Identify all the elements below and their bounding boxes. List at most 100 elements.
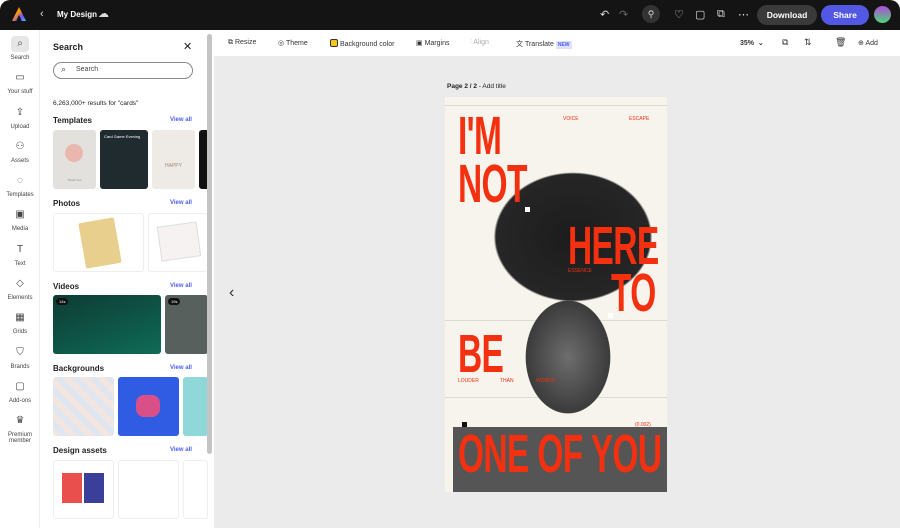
- background-thumb[interactable]: [118, 377, 179, 436]
- section-backgrounds: Backgrounds: [53, 364, 105, 373]
- template-thumb[interactable]: Thank You: [53, 130, 96, 189]
- rail-item-media[interactable]: ▣ Media: [0, 207, 40, 232]
- search-placeholder: Search: [76, 66, 99, 73]
- template-thumb[interactable]: Card Game Evening: [100, 130, 148, 189]
- rail-item-label: Templates: [6, 192, 34, 198]
- lightbulb-icon[interactable]: ♡: [674, 8, 684, 21]
- templates-icon: ◌: [17, 175, 23, 186]
- panel-title: Search: [53, 42, 84, 52]
- asset-thumb[interactable]: [53, 460, 114, 519]
- zoom-select[interactable]: 35% ⌄: [740, 39, 764, 47]
- design-page[interactable]: I'M NOT HERE TO BE ONE OF YOU VOICE ESCA…: [445, 97, 667, 492]
- back-icon[interactable]: ‹: [40, 8, 44, 20]
- comment-icon[interactable]: ▢: [695, 8, 705, 21]
- search-icon: ⌕: [61, 64, 67, 74]
- rail-item-label: Text: [14, 261, 26, 267]
- view-all-templates[interactable]: View all: [170, 117, 192, 123]
- white-square: [525, 207, 530, 212]
- add-button[interactable]: ⊕ Add: [858, 39, 878, 47]
- close-icon[interactable]: ✕: [183, 40, 192, 53]
- rail-item-label: Your stuff: [7, 89, 33, 95]
- elements-icon: ◇: [16, 278, 24, 289]
- label-escape: ESCAPE: [629, 116, 650, 122]
- rail-item-assets[interactable]: ⚇ Assets: [0, 139, 40, 164]
- rail-item-brands[interactable]: ⛉ Brands: [0, 345, 40, 370]
- theme-button[interactable]: ◎ Theme: [278, 39, 308, 47]
- translate-button[interactable]: 文 Translate NEW: [516, 39, 572, 49]
- headline-be: BE: [458, 324, 504, 384]
- headline-one-of-you: ONE OF YOU: [458, 424, 662, 484]
- avatar[interactable]: [874, 6, 891, 23]
- results-count: 6,263,000+ results for "cards": [53, 100, 139, 107]
- rail-item-templates[interactable]: ◌ Templates: [0, 173, 40, 198]
- label-louder: LOUDER: [458, 378, 479, 384]
- invite-icon[interactable]: ⚲: [642, 5, 660, 23]
- document-title[interactable]: My Design: [57, 10, 97, 19]
- rail-item-label: Assets: [10, 158, 29, 164]
- previous-page-icon[interactable]: ‹: [229, 284, 234, 302]
- background-color-button[interactable]: Background color: [330, 39, 394, 48]
- photo-thumb[interactable]: [53, 213, 144, 272]
- view-all-videos[interactable]: View all: [170, 283, 192, 289]
- video-thumb[interactable]: 14s: [53, 295, 161, 354]
- black-square: [462, 422, 467, 427]
- view-all-photos[interactable]: View all: [170, 200, 192, 206]
- margins-button[interactable]: ▣ Margins: [416, 39, 449, 47]
- undo-icon[interactable]: ↶: [600, 8, 609, 21]
- rail-item-label: Search: [10, 55, 30, 61]
- asset-thumb[interactable]: [183, 460, 208, 519]
- rail-item-add-ons[interactable]: ▢ Add-ons: [0, 379, 40, 404]
- download-button[interactable]: Download: [757, 5, 817, 25]
- brands-icon: ⛉: [16, 347, 24, 358]
- align-button[interactable]: ⫶ Align: [470, 39, 489, 47]
- rail-item-premium-member[interactable]: ♛ Premium member: [0, 413, 40, 444]
- comments-icon[interactable]: ⧉: [717, 8, 725, 21]
- view-all-backgrounds[interactable]: View all: [170, 365, 192, 371]
- color-swatch: [330, 39, 338, 47]
- rail-item-grids[interactable]: ▦ Grids: [0, 310, 40, 335]
- label-than: THAN: [500, 378, 514, 384]
- text-icon: T: [16, 244, 24, 255]
- panel-scrollbar[interactable]: [207, 34, 212, 454]
- cloud-icon: ☁: [98, 8, 109, 20]
- white-square: [608, 313, 613, 318]
- share-button[interactable]: Share: [821, 5, 869, 25]
- add-title-link[interactable]: - Add title: [479, 83, 506, 90]
- upload-icon: ⇪: [15, 107, 25, 118]
- photo-thumb[interactable]: [148, 213, 208, 272]
- pages-icon[interactable]: ⧉: [782, 37, 788, 48]
- rail-item-search[interactable]: ⌕ Search: [0, 36, 40, 61]
- asset-thumb[interactable]: [118, 460, 179, 519]
- rail-item-label: Brands: [10, 364, 30, 370]
- background-thumb[interactable]: [183, 377, 208, 436]
- rail-item-your-stuff[interactable]: ▭ Your stuff: [0, 70, 40, 95]
- addons-icon: ▢: [15, 381, 25, 392]
- adobe-express-logo[interactable]: [12, 7, 26, 21]
- grids-icon: ▦: [15, 312, 25, 323]
- rail-item-label: Elements: [7, 295, 33, 301]
- section-photos: Photos: [53, 199, 81, 208]
- trash-icon[interactable]: 🗑: [835, 37, 846, 48]
- template-thumb[interactable]: HAPPY: [152, 130, 195, 189]
- search-input[interactable]: ⌕ Search: [53, 62, 193, 79]
- rail-item-label: Upload: [10, 124, 30, 130]
- assets-icon: ⚇: [15, 141, 25, 152]
- rail-item-text[interactable]: T Text: [0, 242, 40, 267]
- redo-icon[interactable]: ↷: [619, 8, 628, 21]
- rail-item-upload[interactable]: ⇪ Upload: [0, 105, 40, 130]
- new-badge: NEW: [555, 41, 572, 49]
- background-thumb[interactable]: [53, 377, 114, 436]
- video-thumb[interactable]: 19s: [165, 295, 208, 354]
- headline-to: TO: [611, 263, 656, 323]
- rail-item-label: Premium member: [7, 432, 32, 444]
- headline-not: NOT: [458, 154, 527, 214]
- resize-button[interactable]: ⧉ Resize: [228, 39, 256, 47]
- rail-item-label: Add-ons: [8, 398, 32, 404]
- rail-item-elements[interactable]: ◇ Elements: [0, 276, 40, 301]
- view-all-design-assets[interactable]: View all: [170, 447, 192, 453]
- layers-icon[interactable]: ⇅: [804, 37, 812, 48]
- label-essence: ESSENCE: [568, 268, 592, 274]
- rail-item-label: Media: [11, 226, 29, 232]
- more-icon[interactable]: ⋯: [738, 8, 749, 21]
- section-templates: Templates: [53, 116, 92, 125]
